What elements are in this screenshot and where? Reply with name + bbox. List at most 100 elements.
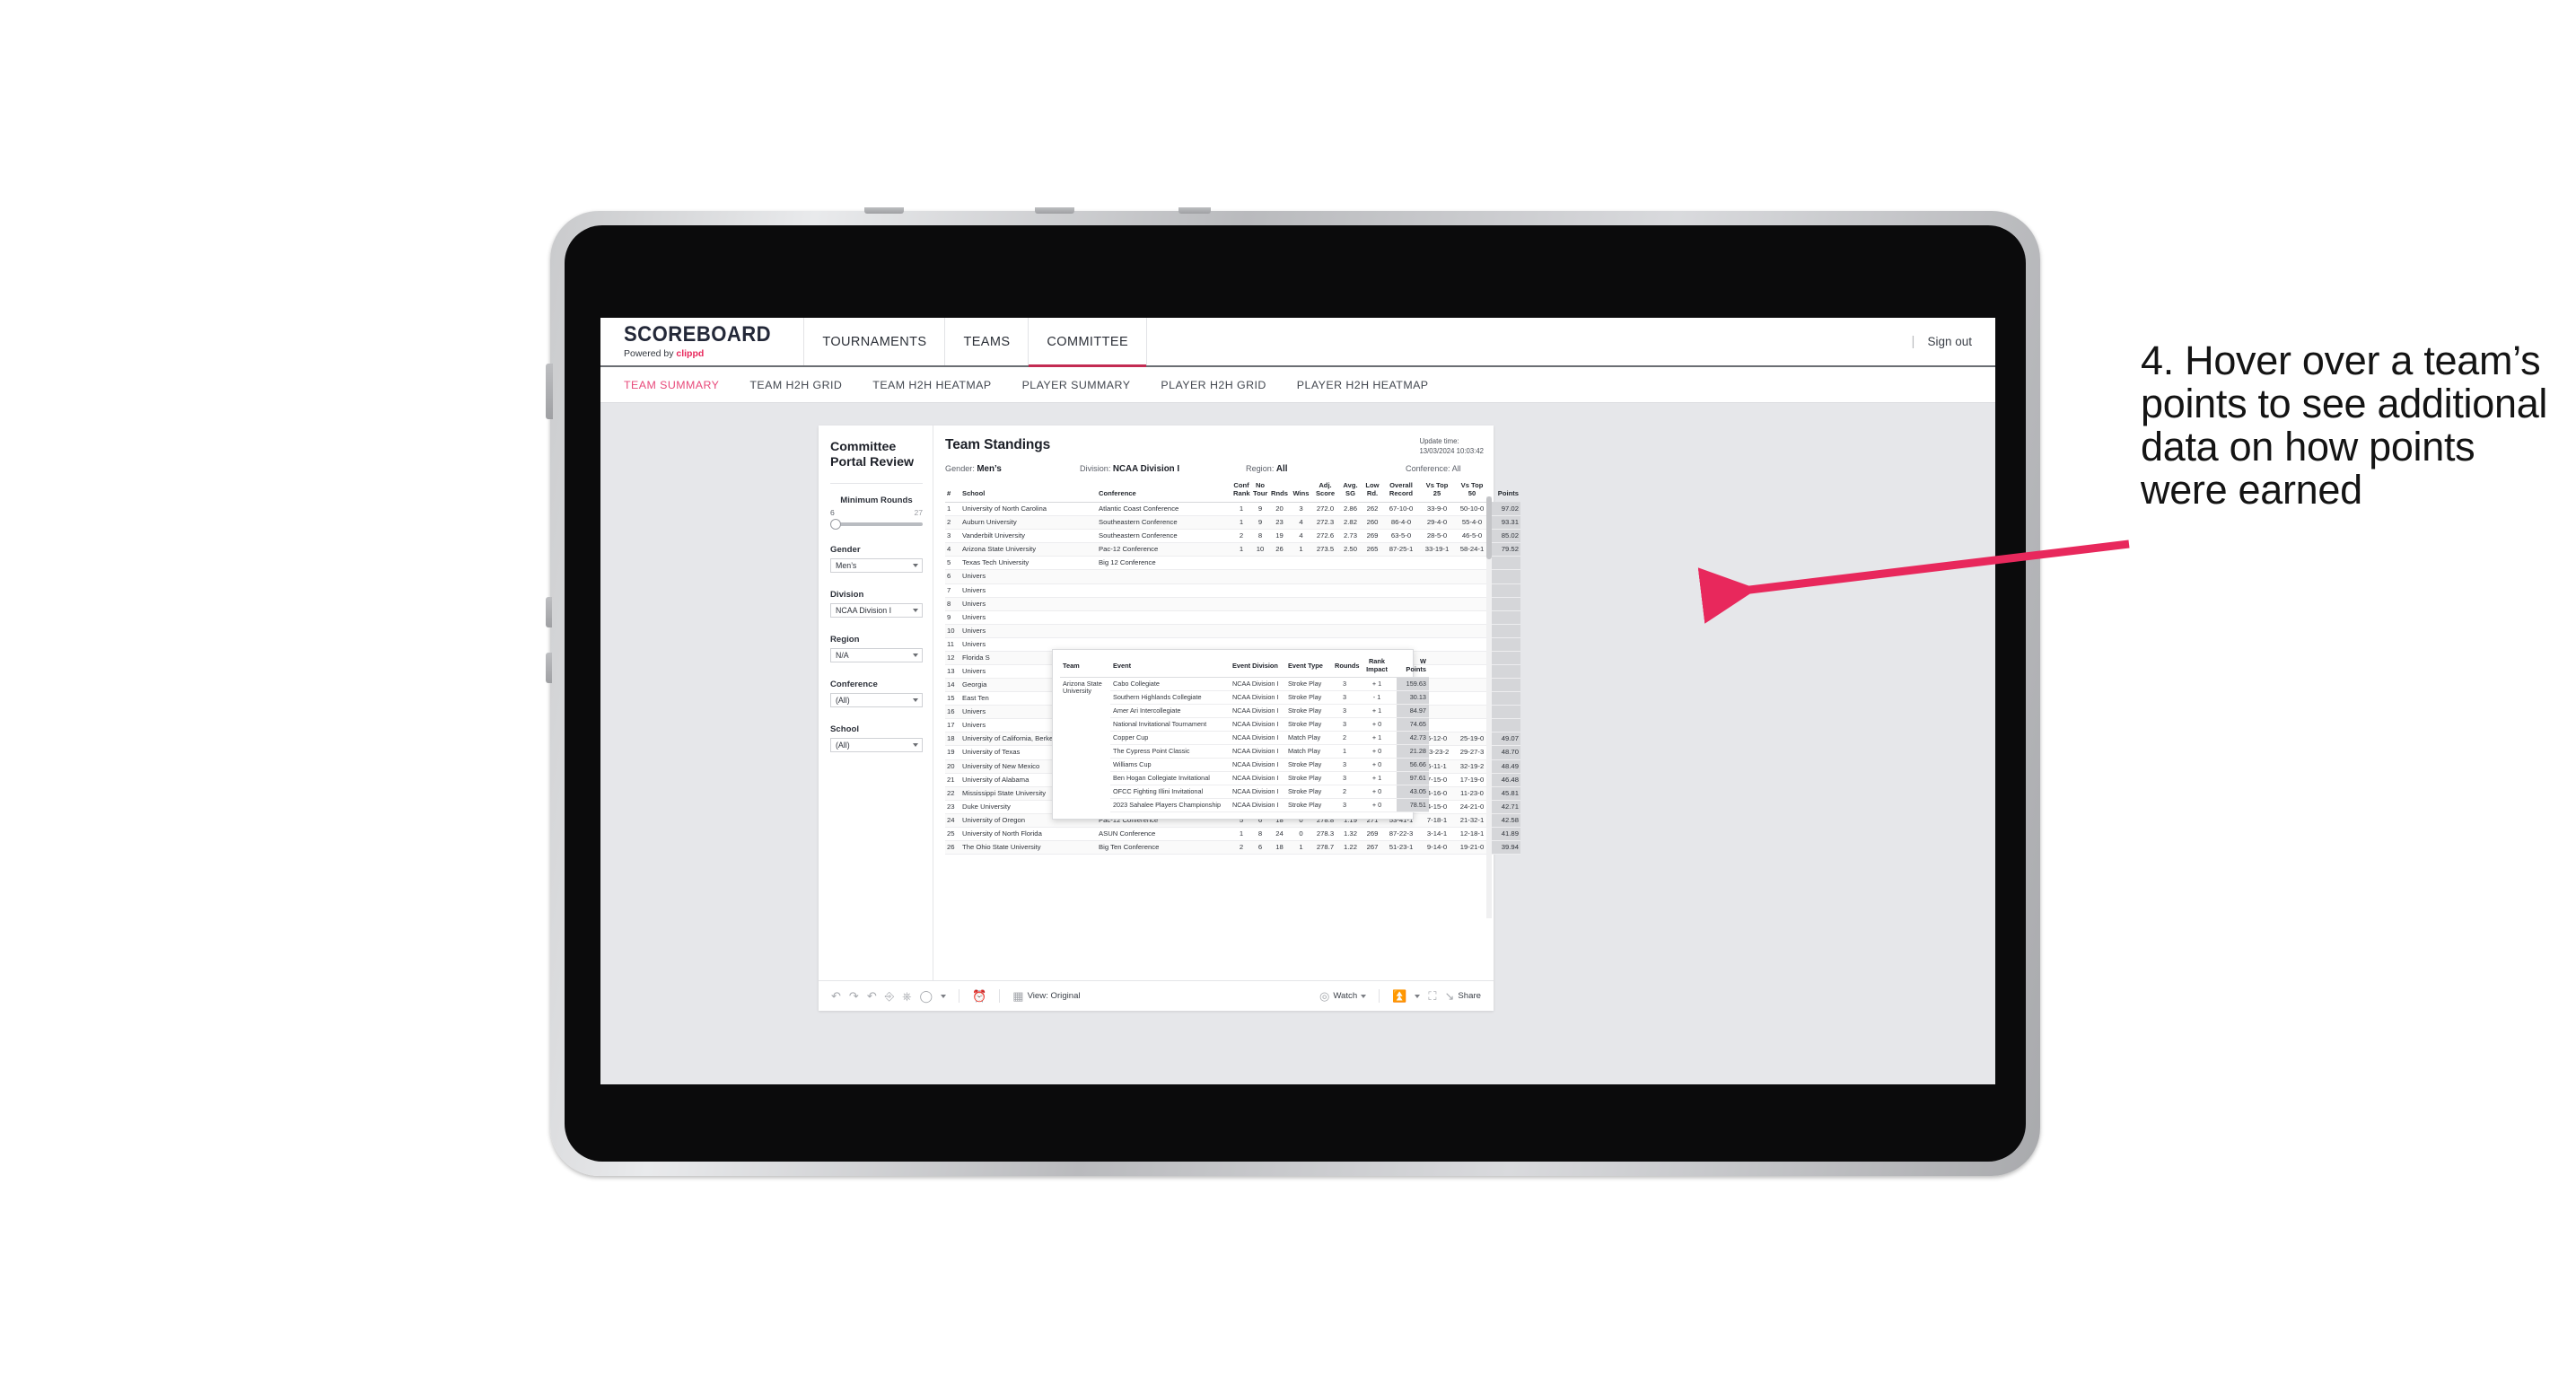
col-rank[interactable]: #	[945, 482, 960, 504]
col-conference[interactable]: Conference	[1097, 482, 1231, 504]
table-row[interactable]: 3 Vanderbilt University Southeastern Confe…	[945, 529, 1520, 544]
col-overall-record[interactable]: Overall Record	[1382, 481, 1420, 504]
col-avg-sg[interactable]: Avg. SG	[1338, 481, 1362, 504]
minimum-rounds-track[interactable]	[830, 518, 923, 530]
pause-updates-icon[interactable]: ⎈	[902, 990, 911, 1002]
chevron-down-icon[interactable]	[1415, 994, 1421, 998]
table-cell-rank: 12	[945, 651, 960, 665]
table-cell-low-rd: 269	[1362, 529, 1382, 544]
col-points[interactable]: Points	[1490, 482, 1520, 504]
table-cell-points[interactable]: 45.81	[1490, 786, 1520, 801]
minimum-rounds-handle[interactable]	[830, 518, 841, 530]
table-scrollbar-thumb[interactable]	[1486, 496, 1492, 560]
table-cell-points[interactable]: 46.48	[1490, 773, 1520, 787]
table-row[interactable]: 5 Texas Tech University Big 12 Conference	[945, 556, 1520, 571]
subtab-team-h2h-grid[interactable]: TEAM H2H GRID	[749, 379, 842, 391]
conference-select[interactable]: (All)	[830, 692, 923, 707]
subtab-player-h2h-grid[interactable]: PLAYER H2H GRID	[1161, 379, 1266, 391]
table-cell-vs-top-25	[1420, 597, 1454, 611]
table-row[interactable]: 25 University of North Florida ASUN Confer…	[945, 827, 1520, 841]
subtab-player-summary[interactable]: PLAYER SUMMARY	[1022, 379, 1131, 391]
fullscreen-icon[interactable]: ⛶	[1428, 990, 1436, 1002]
col-wins[interactable]: Wins	[1290, 482, 1312, 504]
gender-select[interactable]: Men’s	[830, 557, 923, 573]
share-button[interactable]: ↘ Share	[1444, 990, 1481, 1002]
table-row[interactable]: 2 Auburn University Southeastern Conferenc…	[945, 515, 1520, 531]
table-row[interactable]: 9 Univers	[945, 610, 1520, 625]
revert-icon[interactable]: ↶	[867, 990, 877, 1002]
table-cell-rnds: 19	[1269, 529, 1290, 544]
redo-icon[interactable]: ↷	[849, 990, 859, 1002]
school-select[interactable]: (All)	[830, 737, 923, 752]
table-row[interactable]: 8 Univers	[945, 597, 1520, 611]
col-vs-top-25[interactable]: Vs Top 25	[1420, 481, 1454, 504]
subtab-team-summary[interactable]: TEAM SUMMARY	[624, 379, 719, 391]
chevron-down-icon[interactable]	[941, 994, 947, 998]
table-cell-points[interactable]	[1490, 610, 1520, 625]
undo-history-icon[interactable]: ⏰	[972, 990, 986, 1002]
col-rnds[interactable]: Rnds	[1269, 482, 1290, 504]
table-row[interactable]: 4 Arizona State University Pac-12 Conferen…	[945, 542, 1520, 557]
table-cell-adj-score	[1312, 597, 1338, 611]
col-no-tour[interactable]: No Tour	[1251, 481, 1269, 504]
col-adj-score[interactable]: Adj. Score	[1312, 481, 1338, 504]
table-cell-points[interactable]: 48.70	[1490, 745, 1520, 760]
table-cell-points[interactable]	[1490, 718, 1520, 733]
table-cell-points[interactable]: 48.49	[1490, 759, 1520, 774]
view-original-button[interactable]: ▦ View: Original	[1012, 990, 1080, 1002]
table-row[interactable]: 1 University of North Carolina Atlantic Co…	[945, 502, 1520, 517]
brand-logo[interactable]: SCOREBOARD Powered by clippd	[600, 318, 803, 365]
minimum-rounds-filter[interactable]: Minimum Rounds 6 27	[830, 496, 923, 530]
table-cell-points[interactable]	[1490, 624, 1520, 638]
refresh-data-icon[interactable]: ⎆	[885, 990, 894, 1002]
table-row[interactable]: 26 The Ohio State University Big Ten Confe…	[945, 840, 1520, 855]
undo-icon[interactable]: ↶	[831, 990, 841, 1002]
table-cell-points[interactable]	[1490, 556, 1520, 571]
points-breakdown-tooltip: Team Event Event Division Event Type Rou…	[1052, 649, 1429, 820]
table-scrollbar[interactable]	[1486, 496, 1492, 919]
table-cell-points[interactable]: 41.89	[1490, 827, 1520, 841]
subtab-player-h2h-heatmap[interactable]: PLAYER H2H HEATMAP	[1297, 379, 1429, 391]
col-low-rd[interactable]: Low Rd.	[1362, 481, 1382, 504]
table-cell-points[interactable]: 39.94	[1490, 840, 1520, 855]
table-cell-overall-record: 86-4-0	[1382, 515, 1420, 531]
sign-out-link[interactable]: Sign out	[1927, 335, 1972, 348]
division-select[interactable]: NCAA Division I	[830, 602, 923, 618]
table-cell-points[interactable]	[1490, 705, 1520, 720]
watch-button[interactable]: ◎ Watch	[1319, 990, 1367, 1002]
standings-panel: Team Standings Update time: 13/03/2024 1…	[933, 425, 1520, 980]
table-cell-vs-top-50: 25-19-0	[1454, 732, 1490, 747]
table-row[interactable]: 6 Univers	[945, 569, 1520, 584]
table-cell-points[interactable]	[1490, 678, 1520, 693]
region-select[interactable]: N/A	[830, 647, 923, 662]
table-cell-points[interactable]	[1490, 583, 1520, 598]
col-conf-rank[interactable]: Conf Rank	[1231, 481, 1251, 504]
nav-tab-teams[interactable]: TEAMS	[945, 318, 1028, 365]
table-cell-points[interactable]	[1490, 691, 1520, 706]
download-icon[interactable]: ⏫	[1392, 990, 1406, 1002]
table-cell-points[interactable]: 79.52	[1490, 542, 1520, 557]
table-cell-points[interactable]	[1490, 597, 1520, 611]
table-cell-points[interactable]	[1490, 569, 1520, 584]
tooltip-cell-event-type: Stroke Play	[1285, 704, 1332, 719]
table-cell-points[interactable]	[1490, 664, 1520, 680]
table-cell-points[interactable]: 49.07	[1490, 732, 1520, 747]
table-cell-points[interactable]: 97.02	[1490, 502, 1520, 517]
table-cell-points[interactable]: 42.71	[1490, 800, 1520, 814]
table-cell-points[interactable]	[1490, 637, 1520, 652]
update-time-value: 13/03/2024 10:03:42	[1419, 446, 1484, 455]
nav-tab-tournaments[interactable]: TOURNAMENTS	[804, 318, 944, 365]
table-cell-points[interactable]	[1490, 651, 1520, 665]
table-cell-points[interactable]: 85.02	[1490, 529, 1520, 544]
highlight-icon[interactable]: ◯	[920, 990, 933, 1002]
nav-tab-committee[interactable]: COMMITTEE	[1029, 318, 1146, 367]
table-row[interactable]: 10 Univers	[945, 624, 1520, 638]
subtab-team-h2h-heatmap[interactable]: TEAM H2H HEATMAP	[872, 379, 991, 391]
col-vs-top-50[interactable]: Vs Top 50	[1454, 481, 1490, 504]
table-cell-points[interactable]: 42.58	[1490, 813, 1520, 828]
table-row[interactable]: 7 Univers	[945, 583, 1520, 598]
tooltip-cell-rounds: 2	[1332, 731, 1357, 746]
table-cell-school: Univers	[960, 624, 1097, 638]
table-cell-points[interactable]: 93.31	[1490, 515, 1520, 531]
col-school[interactable]: School	[960, 482, 1097, 504]
